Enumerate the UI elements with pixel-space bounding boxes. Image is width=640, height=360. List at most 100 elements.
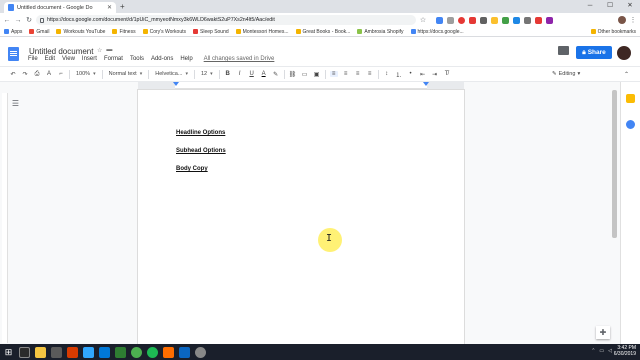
extension-icon[interactable] bbox=[480, 16, 487, 24]
menu-file[interactable]: File bbox=[28, 56, 38, 62]
bookmark-star-icon[interactable]: ☆ bbox=[419, 16, 427, 24]
bookmark-item[interactable]: Fitness bbox=[112, 29, 136, 35]
font-select[interactable]: Helvetica... bbox=[153, 71, 190, 77]
extension-icon[interactable] bbox=[513, 16, 520, 24]
image-icon[interactable]: ▣ bbox=[313, 71, 321, 78]
decrease-indent-icon[interactable]: ⇤ bbox=[419, 71, 427, 78]
menu-insert[interactable]: Insert bbox=[82, 56, 97, 62]
line-spacing-icon[interactable]: ↕ bbox=[383, 71, 391, 77]
address-bar[interactable]: https://docs.google.com/document/d/1pUiC… bbox=[36, 15, 416, 25]
account-avatar[interactable] bbox=[617, 46, 631, 60]
italic-icon[interactable]: I bbox=[236, 71, 244, 77]
save-status[interactable]: All changes saved in Drive bbox=[204, 56, 275, 62]
chrome-icon[interactable] bbox=[131, 346, 142, 358]
extension-icon[interactable] bbox=[469, 16, 476, 24]
move-folder-icon[interactable]: ▬ bbox=[106, 47, 112, 54]
app-icon[interactable] bbox=[115, 346, 126, 358]
menu-format[interactable]: Format bbox=[104, 56, 123, 62]
other-bookmarks[interactable]: Other bookmarks bbox=[590, 29, 636, 35]
style-select[interactable]: Normal text bbox=[107, 71, 145, 77]
extension-icon[interactable] bbox=[502, 16, 509, 24]
zoom-select[interactable]: 100% bbox=[74, 71, 98, 77]
clock[interactable]: 3:42 PM 6/30/2019 bbox=[614, 345, 636, 357]
network-icon[interactable]: ▭ bbox=[599, 348, 604, 354]
app-icon[interactable] bbox=[163, 346, 174, 358]
comments-icon[interactable] bbox=[558, 46, 569, 55]
new-tab-button[interactable]: + bbox=[120, 2, 125, 11]
app-icon[interactable] bbox=[179, 346, 190, 358]
text-color-icon[interactable]: A bbox=[260, 71, 268, 77]
doc-line-body[interactable]: Body Copy bbox=[176, 166, 208, 172]
link-icon[interactable]: ⛓ bbox=[289, 71, 297, 78]
scrollbar[interactable] bbox=[612, 90, 617, 238]
back-icon[interactable]: ← bbox=[3, 17, 11, 24]
doc-line-headline[interactable]: Headline Options bbox=[176, 130, 225, 136]
extension-icon[interactable] bbox=[491, 16, 498, 24]
reload-icon[interactable]: ↻ bbox=[25, 16, 33, 24]
align-justify-icon[interactable]: ≡ bbox=[366, 71, 374, 77]
bookmark-item[interactable]: Montessori Homes... bbox=[235, 29, 289, 35]
bookmark-item[interactable]: Workouts YouTube bbox=[56, 29, 105, 35]
extension-icon[interactable] bbox=[535, 16, 542, 24]
start-icon[interactable]: ⊞ bbox=[3, 347, 14, 358]
menu-edit[interactable]: Edit bbox=[45, 56, 55, 62]
numbered-list-icon[interactable]: ⒈ bbox=[395, 70, 403, 79]
document-title[interactable]: Untitled document bbox=[29, 47, 93, 56]
volume-icon[interactable]: ◁ bbox=[608, 348, 612, 354]
align-center-icon[interactable]: ≡ bbox=[342, 71, 350, 77]
explore-button[interactable]: ✚ bbox=[596, 326, 610, 339]
extension-icon[interactable] bbox=[436, 16, 443, 24]
menu-help[interactable]: Help bbox=[180, 56, 192, 62]
extension-icon[interactable] bbox=[524, 16, 531, 24]
store-icon[interactable] bbox=[99, 346, 110, 358]
spotify-icon[interactable] bbox=[147, 346, 158, 358]
font-size-select[interactable]: 12 bbox=[199, 71, 215, 77]
file-explorer-icon[interactable] bbox=[35, 346, 46, 358]
extension-icon[interactable] bbox=[546, 16, 553, 24]
paint-format-icon[interactable]: ⌐ bbox=[57, 71, 65, 77]
menu-addons[interactable]: Add-ons bbox=[151, 56, 173, 62]
menu-tools[interactable]: Tools bbox=[130, 56, 144, 62]
task-view-icon[interactable] bbox=[19, 346, 30, 358]
browser-tab[interactable]: Untitled document - Google Do ✕ bbox=[4, 2, 116, 13]
spellcheck-icon[interactable]: A bbox=[45, 71, 53, 77]
comment-icon[interactable]: ▭ bbox=[301, 71, 309, 78]
left-indent-marker[interactable] bbox=[173, 82, 179, 86]
bookmark-item[interactable]: Ambrosia Shopify bbox=[357, 29, 404, 35]
highlight-icon[interactable]: ✎ bbox=[272, 71, 280, 78]
underline-icon[interactable]: U bbox=[248, 71, 256, 77]
document-page[interactable]: Headline Options Subhead Options Body Co… bbox=[138, 90, 464, 346]
doc-line-subhead[interactable]: Subhead Options bbox=[176, 148, 226, 154]
collapse-menu-icon[interactable]: ⌃ bbox=[624, 71, 629, 78]
bookmark-item[interactable]: Great Books - Book... bbox=[295, 29, 350, 35]
clear-formatting-icon[interactable]: T̸ bbox=[443, 71, 451, 77]
chrome-active-icon[interactable] bbox=[195, 346, 206, 358]
chrome-menu-icon[interactable]: ⋮ bbox=[629, 16, 637, 24]
keep-icon[interactable] bbox=[626, 94, 635, 103]
print-icon[interactable]: ⎙ bbox=[33, 71, 41, 78]
maximize-icon[interactable]: ☐ bbox=[600, 0, 620, 12]
bookmark-item[interactable]: Cory's Workouts bbox=[142, 29, 186, 35]
close-window-icon[interactable]: ✕ bbox=[620, 0, 640, 12]
extension-icon[interactable] bbox=[458, 16, 465, 24]
bookmark-item[interactable]: https://docs.google... bbox=[410, 29, 464, 35]
menu-view[interactable]: View bbox=[62, 56, 75, 62]
profile-avatar[interactable] bbox=[618, 16, 626, 24]
document-outline-icon[interactable]: ☰ bbox=[9, 97, 22, 110]
docs-logo-icon[interactable] bbox=[8, 47, 19, 61]
bookmark-item[interactable]: Sleep Sound bbox=[193, 29, 229, 35]
bulleted-list-icon[interactable]: • bbox=[407, 71, 415, 77]
star-icon[interactable]: ☆ bbox=[97, 47, 102, 54]
editing-mode-select[interactable]: ✎ Editing ▾ bbox=[552, 71, 580, 77]
share-button[interactable]: 🔒︎ Share bbox=[576, 46, 612, 59]
bookmark-item[interactable]: Apps bbox=[4, 29, 22, 35]
chevron-up-icon[interactable]: ⌃ bbox=[591, 348, 595, 354]
horizontal-ruler[interactable] bbox=[138, 82, 464, 89]
right-indent-marker[interactable] bbox=[423, 82, 429, 86]
tab-close-icon[interactable]: ✕ bbox=[107, 4, 112, 11]
app-icon[interactable] bbox=[67, 346, 78, 358]
tasks-icon[interactable] bbox=[626, 120, 635, 129]
photoshop-icon[interactable] bbox=[83, 346, 94, 358]
extension-icon[interactable] bbox=[447, 16, 454, 24]
increase-indent-icon[interactable]: ⇥ bbox=[431, 71, 439, 78]
